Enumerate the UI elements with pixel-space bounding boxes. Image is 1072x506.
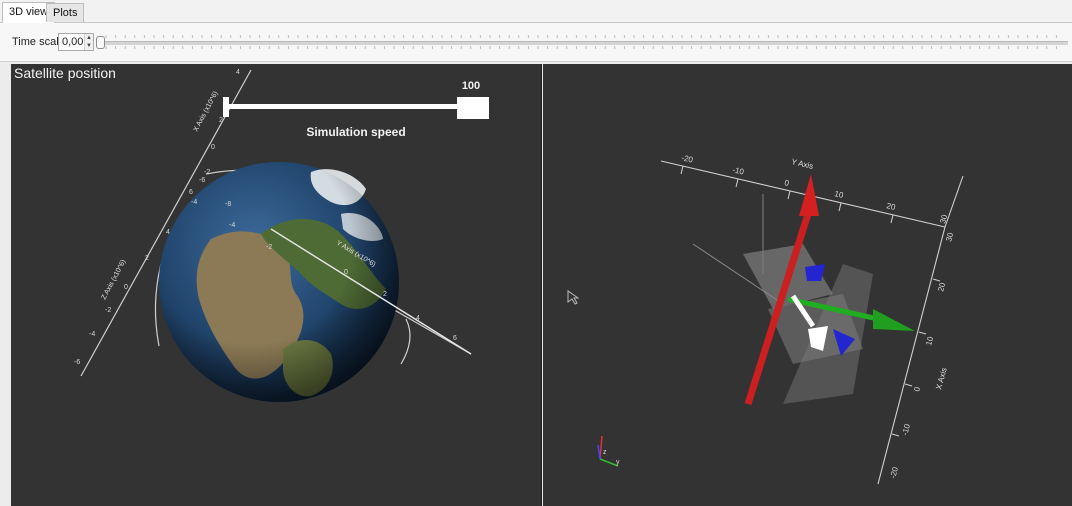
left-scene: 100 Simulation speed Y Axis (x10^6) Z Ax… xyxy=(74,69,489,402)
y-tick: -10 xyxy=(732,165,746,176)
z-tick: -4 xyxy=(89,331,95,338)
y-tick: -20 xyxy=(681,153,695,164)
spin-arrows-icon[interactable]: ▲ ▼ xyxy=(84,34,93,50)
x-axis-line xyxy=(877,226,946,485)
z-tick: -6 xyxy=(74,359,80,366)
speed-slider-handle xyxy=(457,97,489,119)
y-tick: 0 xyxy=(784,178,791,188)
right-scene: -20 -10 0 10 20 30 Y Axis 20 10 0 -10 -2… xyxy=(567,153,964,485)
orient-z-label: z xyxy=(603,449,607,456)
x-tick: -10 xyxy=(900,422,912,436)
x-tick: 0 xyxy=(211,144,215,151)
y-tick: -4 xyxy=(229,222,235,229)
time-scale-spinbox[interactable]: 0,00 ▲ ▼ xyxy=(58,33,94,51)
orientation-axes-widget: z y xyxy=(597,435,620,467)
y-tick: 6 xyxy=(453,335,457,342)
time-slider-handle[interactable] xyxy=(96,36,105,49)
time-scale-label: Time scale xyxy=(12,36,65,48)
y-axis-label: Y Axis xyxy=(791,157,815,171)
time-scale-value[interactable]: 0,00 xyxy=(62,36,83,48)
x-axis-label: X Axis xyxy=(934,367,948,391)
x-tick: -20 xyxy=(888,465,900,479)
right-3d-viewport[interactable]: -20 -10 0 10 20 30 Y Axis 20 10 0 -10 -2… xyxy=(543,64,1072,506)
earth-globe xyxy=(159,162,399,402)
y-tick: 20 xyxy=(886,201,897,212)
x-tick: 30 xyxy=(938,213,949,224)
speed-label: Simulation speed xyxy=(306,125,405,139)
z-tick: 2 xyxy=(145,255,149,262)
z-tick: -2 xyxy=(105,307,111,314)
tab-bar: 3D view Plots xyxy=(0,0,1072,23)
z-tick: 4 xyxy=(166,229,170,236)
speed-value: 100 xyxy=(462,80,480,92)
x-tick: -6 xyxy=(199,177,205,184)
x-tick: 2 xyxy=(219,117,223,124)
y-tick: 0 xyxy=(344,269,348,276)
x-tick: -8 xyxy=(225,201,231,208)
x-tick: 0 xyxy=(912,385,922,392)
z-tick: 6 xyxy=(189,189,193,196)
x-tick: -2 xyxy=(204,169,210,176)
orient-y-label: y xyxy=(616,459,620,466)
x-tick: -4 xyxy=(191,199,197,206)
x-tick: 4 xyxy=(236,69,240,76)
speed-slider-left-cap xyxy=(223,97,229,117)
toolbar: Time scale 0,00 ▲ ▼ xyxy=(0,23,1072,62)
z-axis-label: Z Axis (x10^6) xyxy=(101,259,128,301)
x-tick: 20 xyxy=(936,281,947,292)
longitude-arc xyxy=(400,318,411,365)
z-tick: 0 xyxy=(124,284,128,291)
time-slider-ticks xyxy=(105,35,1057,49)
x-tick: 10 xyxy=(924,335,935,346)
left-3d-viewport[interactable]: Satellite position 100 Simulation speed … xyxy=(11,64,542,506)
y-tick: 10 xyxy=(834,189,845,200)
cursor-icon xyxy=(567,290,580,305)
y-axis-line xyxy=(660,160,946,228)
y-tick: 2 xyxy=(383,291,387,298)
speed-slider-track xyxy=(224,104,474,109)
y-tick: 4 xyxy=(416,315,420,322)
y-tick: -2 xyxy=(266,244,272,251)
tab-plots[interactable]: Plots xyxy=(46,3,85,22)
simulation-speed-widget: 100 Simulation speed xyxy=(223,80,489,139)
x-axis-label: X Axis (x10^6) xyxy=(193,90,220,133)
y-tick: 30 xyxy=(944,231,955,242)
